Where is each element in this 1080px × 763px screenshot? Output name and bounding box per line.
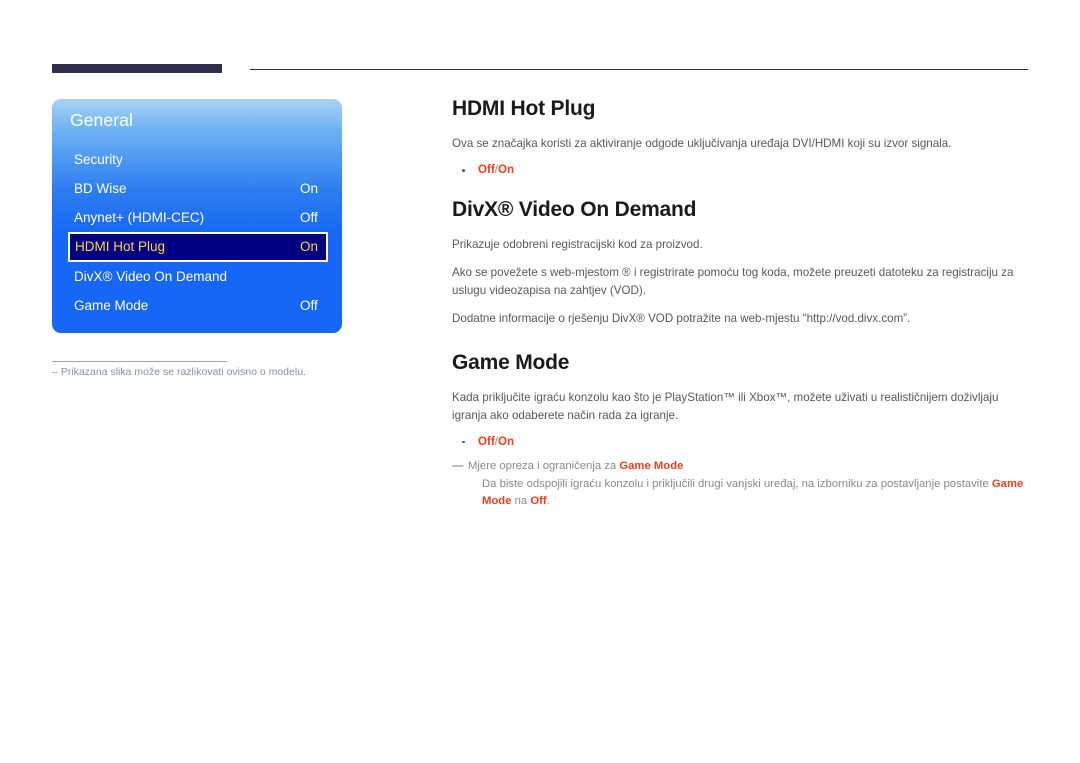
osd-item-value: On: [300, 181, 319, 196]
caution-lead-text: Mjere opreza i ograničenja za: [468, 460, 620, 473]
page-header-rules: [52, 64, 1028, 78]
osd-menu-item-divx-vod[interactable]: DivX® Video On Demand: [52, 262, 342, 291]
divx-vod-paragraph-2: Ako se povežete s web-mjestom ® i regist…: [452, 265, 1014, 297]
header-accent-bar: [52, 64, 222, 73]
osd-menu-list: Security BD Wise On Anynet+ (HDMI-CEC) O…: [52, 145, 342, 320]
option-off: Off: [478, 434, 495, 448]
divx-vod-paragraph-1: Prikazuje odobreni registracijski kod za…: [452, 237, 703, 251]
osd-item-label: Game Mode: [74, 298, 149, 313]
caution-lead-highlight: Game Mode: [619, 460, 684, 473]
footnote-divider: [52, 361, 227, 362]
caution-body-part-1: Da biste odspojili igraću konzolu i prik…: [482, 477, 992, 490]
caution-dash: —: [452, 460, 464, 473]
osd-item-label: HDMI Hot Plug: [75, 239, 166, 254]
osd-item-value: On: [300, 239, 319, 254]
game-mode-caution-body: Da biste odspojili igraću konzolu i prik…: [452, 476, 1030, 511]
osd-menu-item-bd-wise[interactable]: BD Wise On: [52, 174, 342, 203]
caution-body-highlight-2: Off: [530, 495, 547, 508]
osd-menu-item-hdmi-hot-plug[interactable]: HDMI Hot Plug On: [68, 232, 328, 262]
osd-item-value: Off: [300, 298, 318, 313]
hdmi-hot-plug-description: Ova se značajka koristi za aktiviranje o…: [452, 137, 952, 151]
osd-item-label: DivX® Video On Demand: [74, 269, 228, 284]
divx-vod-paragraph-3: Dodatne informacije o rješenju DivX® VOD…: [452, 311, 911, 325]
article-content: HDMI Hot Plug Ova se značajka koristi za…: [452, 96, 1030, 511]
osd-menu-panel: General Security BD Wise On Anynet+ (HDM…: [52, 99, 342, 333]
option-on: On: [497, 434, 515, 448]
footnote-dash: –: [52, 366, 58, 378]
section-title-game-mode: Game Mode: [452, 350, 570, 374]
section-title-divx-vod: DivX® Video On Demand: [452, 197, 697, 221]
osd-menu-title: General: [70, 110, 133, 130]
option-off: Off: [478, 163, 495, 177]
osd-menu-item-security[interactable]: Security: [52, 145, 342, 174]
osd-item-value: Off: [300, 210, 318, 225]
osd-menu-item-anynet[interactable]: Anynet+ (HDMI-CEC) Off: [52, 203, 342, 232]
header-divider-line: [250, 69, 1028, 70]
game-mode-options: Off/On: [452, 433, 1030, 450]
osd-item-label: Anynet+ (HDMI-CEC): [74, 210, 205, 225]
footnote: – Prikazana slika može se razlikovati ovi…: [52, 366, 352, 378]
manual-page: General Security BD Wise On Anynet+ (HDM…: [0, 0, 1080, 763]
game-mode-caution-heading: — Mjere opreza i ograničenja za Game Mode: [452, 458, 1030, 476]
caution-body-part-2: na: [511, 495, 531, 508]
osd-menu-item-game-mode[interactable]: Game Mode Off: [52, 291, 342, 320]
section-title-hdmi-hot-plug: HDMI Hot Plug: [452, 97, 596, 120]
footnote-text: Prikazana slika može se razlikovati ovis…: [60, 366, 306, 378]
hdmi-hot-plug-options: Off/On: [452, 161, 1030, 178]
osd-item-label: BD Wise: [74, 181, 127, 196]
caution-body-part-3: .: [546, 495, 550, 508]
game-mode-description: Kada priključite igraću konzolu kao što …: [452, 390, 999, 422]
osd-item-label: Security: [74, 152, 123, 167]
option-on: On: [497, 163, 515, 177]
